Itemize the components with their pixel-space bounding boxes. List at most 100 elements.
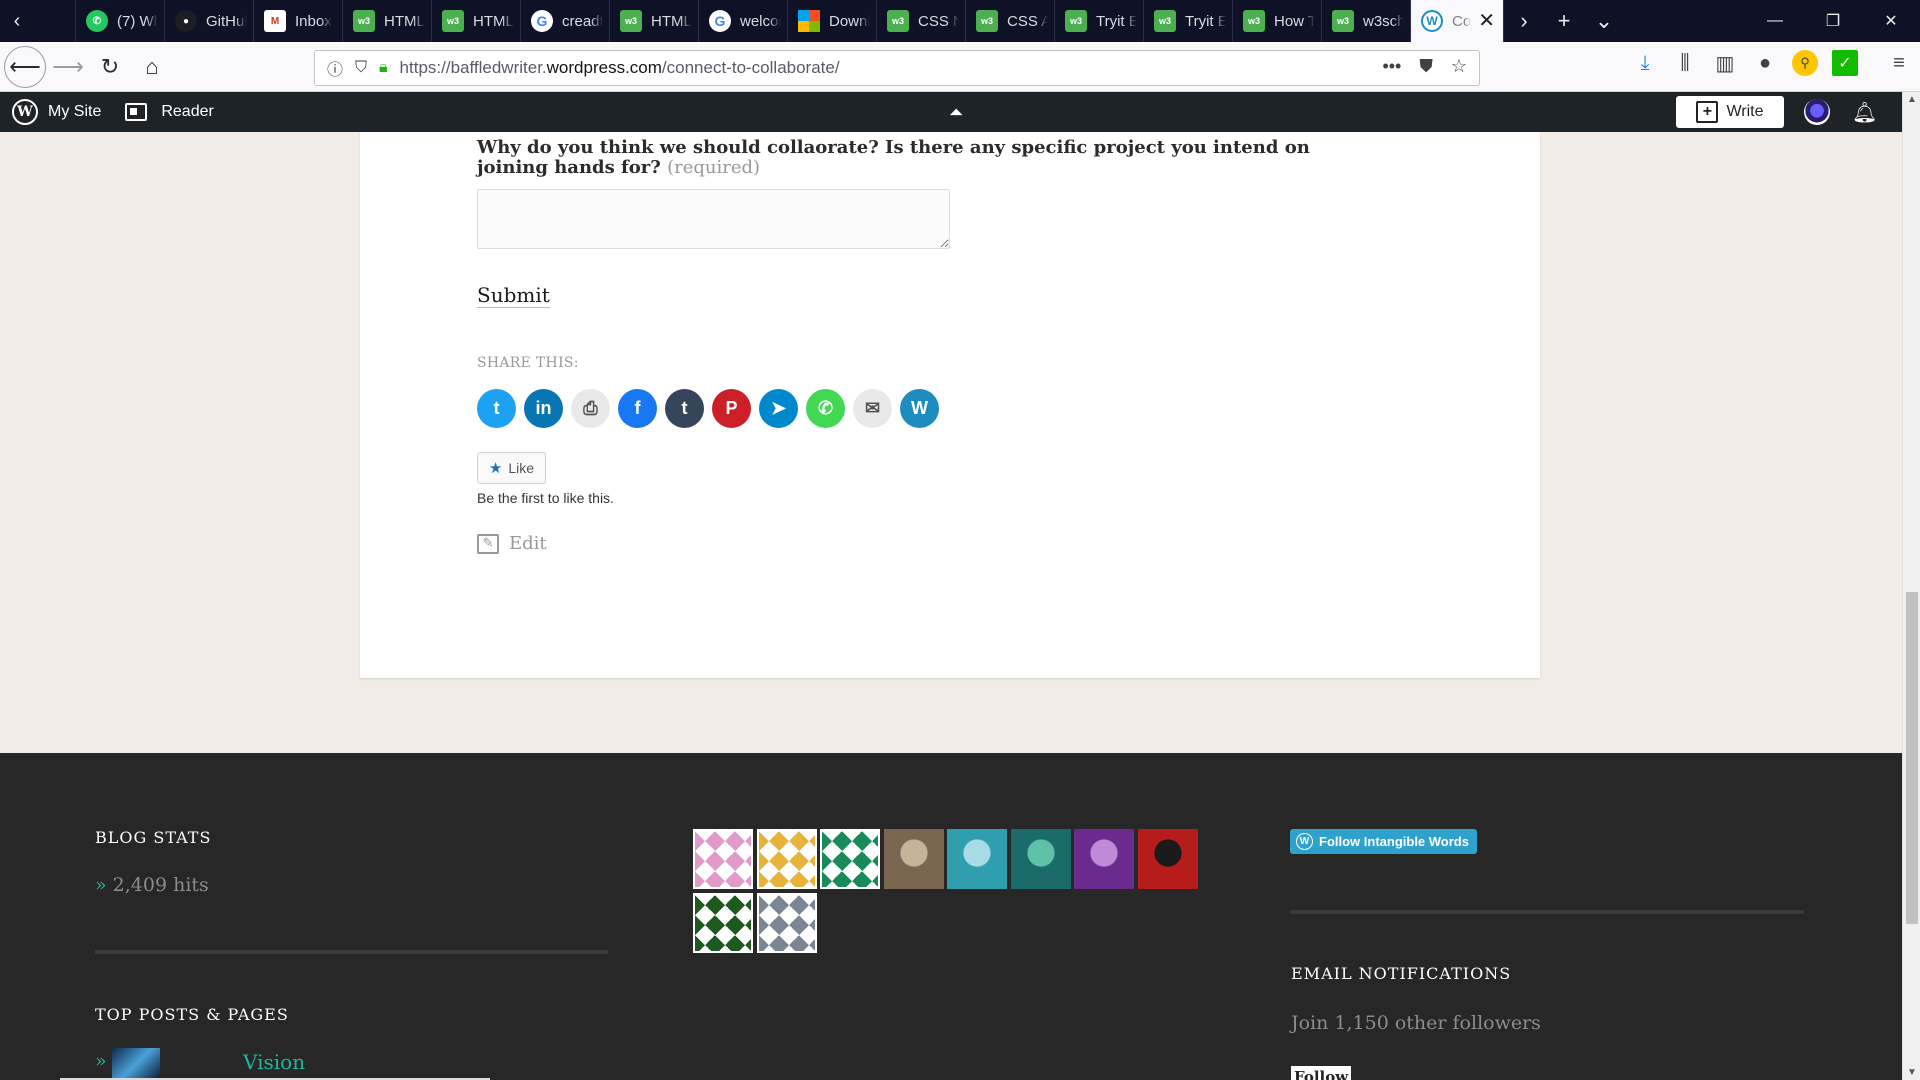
browser-tab[interactable]: w3 CSS A [966,0,1055,42]
browser-tab[interactable]: Downl [788,0,877,42]
new-tab-button[interactable]: + [1544,8,1584,34]
extension-search-icon[interactable]: ⚲ [1792,50,1818,76]
scroll-tabs-left-button[interactable]: ‹ [0,0,34,42]
browser-tab[interactable]: w3 How T [1233,0,1322,42]
scroll-tabs-right-button[interactable]: › [1504,8,1544,34]
follower-avatar[interactable] [757,829,817,889]
write-button[interactable]: + Write [1676,96,1784,128]
required-note: (required) [667,157,761,178]
tab-label: w3sch [1363,12,1404,30]
like-button[interactable]: ★ Like [477,452,546,484]
list-all-tabs-button[interactable]: ⌄ [1584,8,1624,34]
follow-blog-label: Follow Intangible Words [1319,834,1469,849]
whatsapp-share-button[interactable]: ✆ [806,389,845,428]
tumblr-share-button[interactable]: t [665,389,704,428]
library-icon[interactable]: ⫼ [1672,50,1698,76]
follower-avatar[interactable] [1011,829,1071,889]
my-site-link[interactable]: W My Site [0,99,101,125]
browser-tab[interactable]: ● GitHub [165,0,254,42]
browser-tab[interactable]: w3 HTML [610,0,699,42]
browser-tab[interactable]: (1) [34,0,76,42]
telegram-share-button[interactable]: ➤ [759,389,798,428]
browser-tab[interactable]: M Inbox [254,0,343,42]
page-icon [44,10,66,32]
pinterest-share-button[interactable]: P [712,389,751,428]
restore-button[interactable]: ❐ [1804,11,1862,31]
menu-icon[interactable]: ≡ [1886,50,1912,76]
account-icon[interactable]: ● [1752,50,1778,76]
twitter-share-button[interactable]: t [477,389,516,428]
browser-tab[interactable]: Gwelcor [699,0,788,42]
follower-avatar[interactable] [820,829,880,889]
follow-blog-button[interactable]: W Follow Intangible Words [1290,829,1477,854]
scroll-down-arrow-icon[interactable]: ▼ [1907,1067,1917,1078]
lock-icon[interactable]: 🔒︎ [379,59,388,77]
collaborate-reason-input[interactable] [477,189,950,249]
page-scrollbar[interactable]: ▲ ▼ [1902,92,1920,1080]
browser-tab[interactable]: w3 Tryit E [1055,0,1144,42]
top-post-link[interactable]: Vision [243,1050,305,1074]
user-avatar[interactable] [1804,99,1830,125]
tracking-shield-icon[interactable]: ⛉ [355,59,367,77]
tab-label: welcor [740,12,781,30]
tab-label: creadt [562,12,603,30]
browser-tab[interactable]: w3 Tryit E [1144,0,1233,42]
github-icon: ● [175,10,197,32]
top-post-bullet: » [95,1050,107,1072]
tab-label: (7) Wh [117,12,158,30]
edit-pencil-icon: ✎ [477,533,499,554]
question-text: Why do you think we should collaorate? I… [477,137,1310,178]
browser-tab[interactable]: w3 CSS N [877,0,966,42]
back-button[interactable]: ⟵ [4,45,46,88]
edit-link[interactable]: ✎ Edit [477,533,547,554]
tab-label: CSS N [918,12,959,30]
wordpress-logo-icon: W [1296,833,1313,850]
follower-avatar[interactable] [884,829,944,889]
submit-button[interactable]: Submit [477,283,550,308]
bookmark-star-icon[interactable]: ☆ [1451,56,1467,77]
browser-tab[interactable]: W Co ✕ [1411,0,1504,42]
follower-avatar[interactable] [947,829,1007,889]
downloads-icon[interactable]: ⤓ [1632,50,1658,76]
top-post-thumbnail[interactable] [112,1048,160,1080]
notifications-icon[interactable]: 🔔︎ [1852,100,1877,125]
tab-label: Co [1452,12,1472,30]
browser-tab[interactable]: w3 HTML [343,0,432,42]
share-heading: SHARE THIS: [477,355,579,371]
follower-avatar[interactable] [757,893,817,953]
site-footer [0,753,1902,1080]
close-tab-icon[interactable]: ✕ [1478,8,1495,33]
follower-avatar[interactable] [1138,829,1198,889]
home-button[interactable]: ⌂ [132,47,172,87]
browser-tab[interactable]: w3 w3sch [1322,0,1411,42]
facebook-share-button[interactable]: f [618,389,657,428]
follower-avatar[interactable] [693,829,753,889]
info-icon[interactable]: ⓘ [327,56,343,80]
url-bar[interactable]: ⓘ ⛉ 🔒︎ https://baffledwriter.wordpress.c… [314,50,1480,86]
print-share-button[interactable]: ⎙ [571,389,610,428]
forward-button[interactable]: ⟶ [48,47,88,87]
reader-link[interactable]: Reader [125,103,214,121]
sidebar-icon[interactable]: ▥ [1712,50,1738,76]
follower-avatar[interactable] [1074,829,1134,889]
browser-tab[interactable]: ✆ (7) Wh [76,0,165,42]
extension-check-icon[interactable]: ✓ [1832,50,1858,76]
page-actions-icon[interactable]: ••• [1382,56,1401,77]
browser-tab[interactable]: Gcreadt [521,0,610,42]
minimize-button[interactable]: — [1746,12,1804,30]
follower-avatar[interactable] [693,893,753,953]
email-follow-button[interactable]: Follow [1291,1066,1352,1080]
wordpress-share-button[interactable]: W [900,389,939,428]
reload-button[interactable]: ↻ [90,47,130,87]
scrollbar-thumb[interactable] [1906,592,1918,924]
linkedin-share-button[interactable]: in [524,389,563,428]
pocket-icon[interactable]: ⛊ [1419,56,1433,77]
scroll-to-top-icon[interactable]: ⏶ [949,102,963,123]
email-share-button[interactable]: ✉ [853,389,892,428]
footer-divider [1290,910,1804,914]
tab-label: Tryit E [1096,12,1137,30]
scroll-up-arrow-icon[interactable]: ▲ [1907,94,1917,105]
browser-tab[interactable]: w3 HTML [432,0,521,42]
url-actions: ••• ⛊ ☆ [1382,56,1467,77]
window-close-button[interactable]: ✕ [1862,11,1920,31]
